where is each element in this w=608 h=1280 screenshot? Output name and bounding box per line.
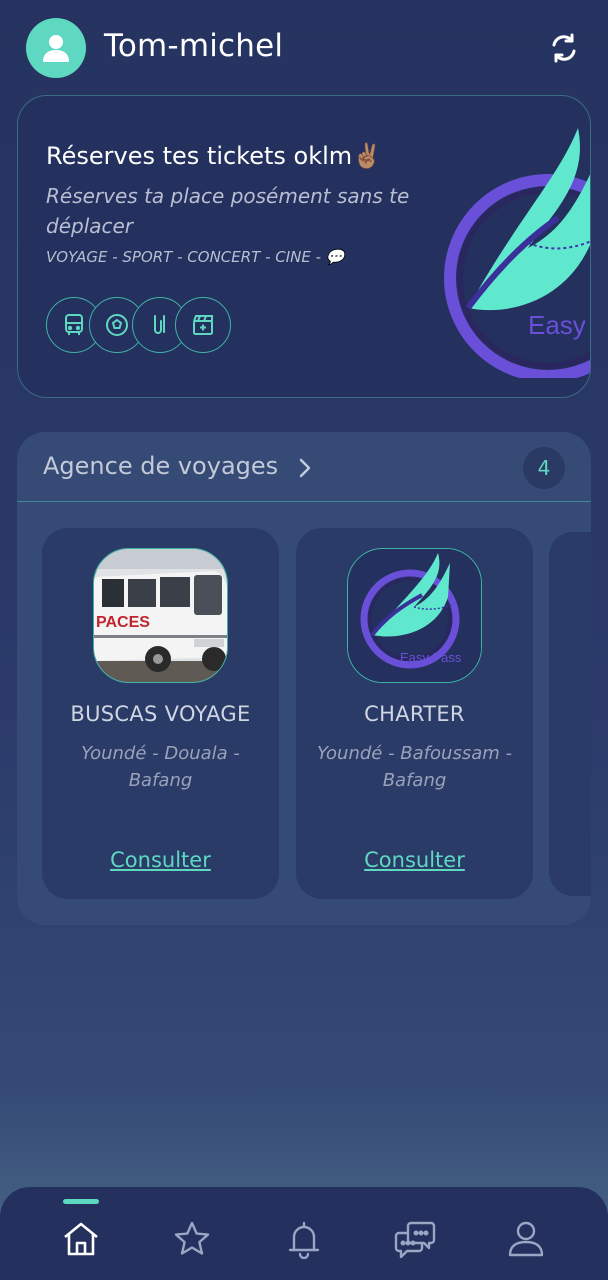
profile-icon xyxy=(508,1221,544,1257)
agency-image-bus: PACES xyxy=(93,548,228,683)
promo-categories: VOYAGE - SPORT - CONCERT - CINE - 💬 xyxy=(46,248,345,266)
promo-title: Réserves tes tickets oklm✌🏽 xyxy=(46,142,383,170)
agency-name: BUSCAS VOYAGE xyxy=(70,702,251,726)
consult-button[interactable]: Consulter xyxy=(42,848,279,872)
bottom-nav xyxy=(0,1187,608,1280)
promo-card[interactable]: Réserves tes tickets oklm✌🏽 Réserves ta … xyxy=(17,95,591,398)
agencies-title: Agence de voyages xyxy=(43,452,279,480)
username: Tom-michel xyxy=(104,28,284,64)
home-icon xyxy=(64,1222,98,1256)
nav-home[interactable] xyxy=(57,1215,105,1263)
agencies-header[interactable]: Agence de voyages 4 xyxy=(17,432,591,502)
agency-card-next[interactable] xyxy=(549,532,591,896)
agency-route: Youndé - Douala - Bafang xyxy=(81,743,240,791)
nav-messages[interactable] xyxy=(391,1215,439,1263)
header: Tom-michel xyxy=(26,18,582,78)
agency-route: Youndé - Bafoussam - Bafang xyxy=(317,743,512,791)
cinema-category-button[interactable] xyxy=(175,297,231,353)
consult-button[interactable]: Consulter xyxy=(296,848,533,872)
svg-text:Easy Pass: Easy Pass xyxy=(400,650,462,665)
chevron-right-icon xyxy=(299,458,311,478)
agency-card-buscas[interactable]: PACES BUSCAS VOYAGE Youndé - Douala - Ba… xyxy=(42,528,279,899)
chat-icon xyxy=(394,1221,436,1259)
avatar[interactable] xyxy=(26,18,86,78)
promo-subtitle: Réserves ta place posément sans te dépla… xyxy=(46,184,410,238)
agency-image-logo: Easy Pass xyxy=(347,548,482,683)
promo-category-icons xyxy=(46,297,246,353)
agencies-panel: Agence de voyages 4 PACES BUSCAS VOYAGE … xyxy=(17,432,591,925)
clapperboard-icon xyxy=(193,315,213,335)
svg-text:Easy Pass: Easy Pass xyxy=(528,310,591,340)
guitar-icon xyxy=(154,315,165,334)
nav-notifications[interactable] xyxy=(280,1215,328,1263)
agency-name: CHARTER xyxy=(364,702,465,726)
refresh-icon xyxy=(552,33,576,63)
nav-profile[interactable] xyxy=(502,1215,550,1263)
refresh-button[interactable] xyxy=(546,30,582,66)
user-icon xyxy=(43,35,69,62)
bus-icon xyxy=(65,314,83,335)
svg-text:PACES: PACES xyxy=(96,614,150,631)
nav-active-indicator xyxy=(63,1199,99,1204)
nav-favorites[interactable] xyxy=(168,1215,216,1263)
easy-pass-logo: Easy Pass xyxy=(444,128,591,378)
bell-icon xyxy=(288,1221,320,1259)
agency-card-charter[interactable]: Easy Pass CHARTER Youndé - Bafoussam - B… xyxy=(296,528,533,899)
agencies-count-badge: 4 xyxy=(523,447,565,489)
ball-icon xyxy=(106,314,128,336)
star-icon xyxy=(174,1221,210,1255)
